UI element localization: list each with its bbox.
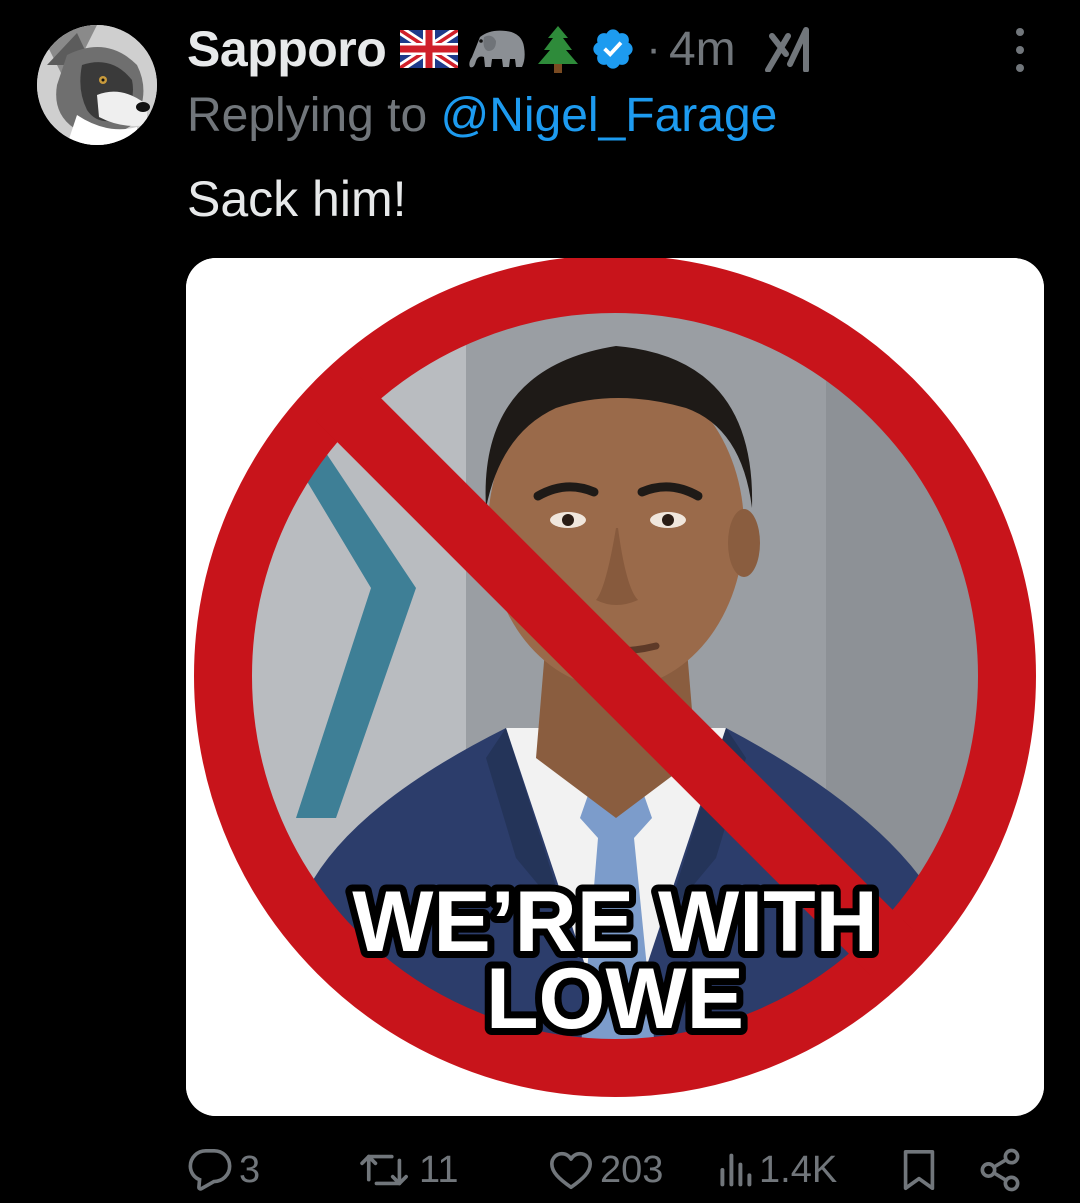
more-dot <box>1016 64 1024 72</box>
uk-flag-icon <box>400 30 459 68</box>
more-dot <box>1016 46 1024 54</box>
tweet-action-bar: 3 11 203 1.4K <box>187 1140 1037 1200</box>
timestamp[interactable]: 4m <box>669 22 736 77</box>
media-overlay-line-2: LOWE <box>486 951 744 1047</box>
reply-button[interactable]: 3 <box>187 1140 260 1200</box>
share-icon <box>980 1148 1020 1192</box>
more-dot <box>1016 28 1024 36</box>
reply-icon <box>188 1149 232 1191</box>
views-count: 1.4K <box>759 1148 838 1191</box>
replying-prefix: Replying to <box>187 89 441 142</box>
wolf-avatar-image <box>37 25 157 145</box>
views-button[interactable]: 1.4K <box>717 1140 837 1200</box>
evergreen-tree-icon <box>538 26 579 73</box>
replying-to: Replying to @Nigel_Farage <box>187 88 777 143</box>
heart-icon <box>550 1151 592 1190</box>
avatar[interactable] <box>37 25 157 145</box>
like-button[interactable]: 203 <box>548 1140 663 1200</box>
views-icon <box>720 1153 752 1187</box>
tweet-media-image[interactable]: WE’RE WITH LOWE <box>186 258 1044 1116</box>
replying-handle-link[interactable]: @Nigel_Farage <box>440 89 777 142</box>
grok-icon[interactable] <box>764 26 814 72</box>
tweet-text: Sack him! <box>187 171 407 227</box>
tweet-header: Sapporo · 4m <box>187 18 814 80</box>
elephant-icon <box>469 30 525 68</box>
verified-badge-icon[interactable] <box>590 26 636 72</box>
repost-button[interactable]: 11 <box>359 1140 458 1200</box>
reply-count: 3 <box>239 1148 261 1191</box>
separator-dot: · <box>646 24 661 73</box>
display-name[interactable]: Sapporo <box>187 20 387 78</box>
name-emojis <box>400 24 580 74</box>
share-button[interactable] <box>977 1140 1023 1200</box>
bookmark-button[interactable] <box>899 1140 939 1200</box>
bookmark-icon <box>903 1149 935 1191</box>
more-options-icon[interactable] <box>1008 28 1032 72</box>
media-illustration: WE’RE WITH LOWE <box>186 258 1044 1116</box>
repost-count: 11 <box>419 1148 459 1191</box>
repost-icon <box>360 1154 408 1186</box>
like-count: 203 <box>600 1148 664 1191</box>
